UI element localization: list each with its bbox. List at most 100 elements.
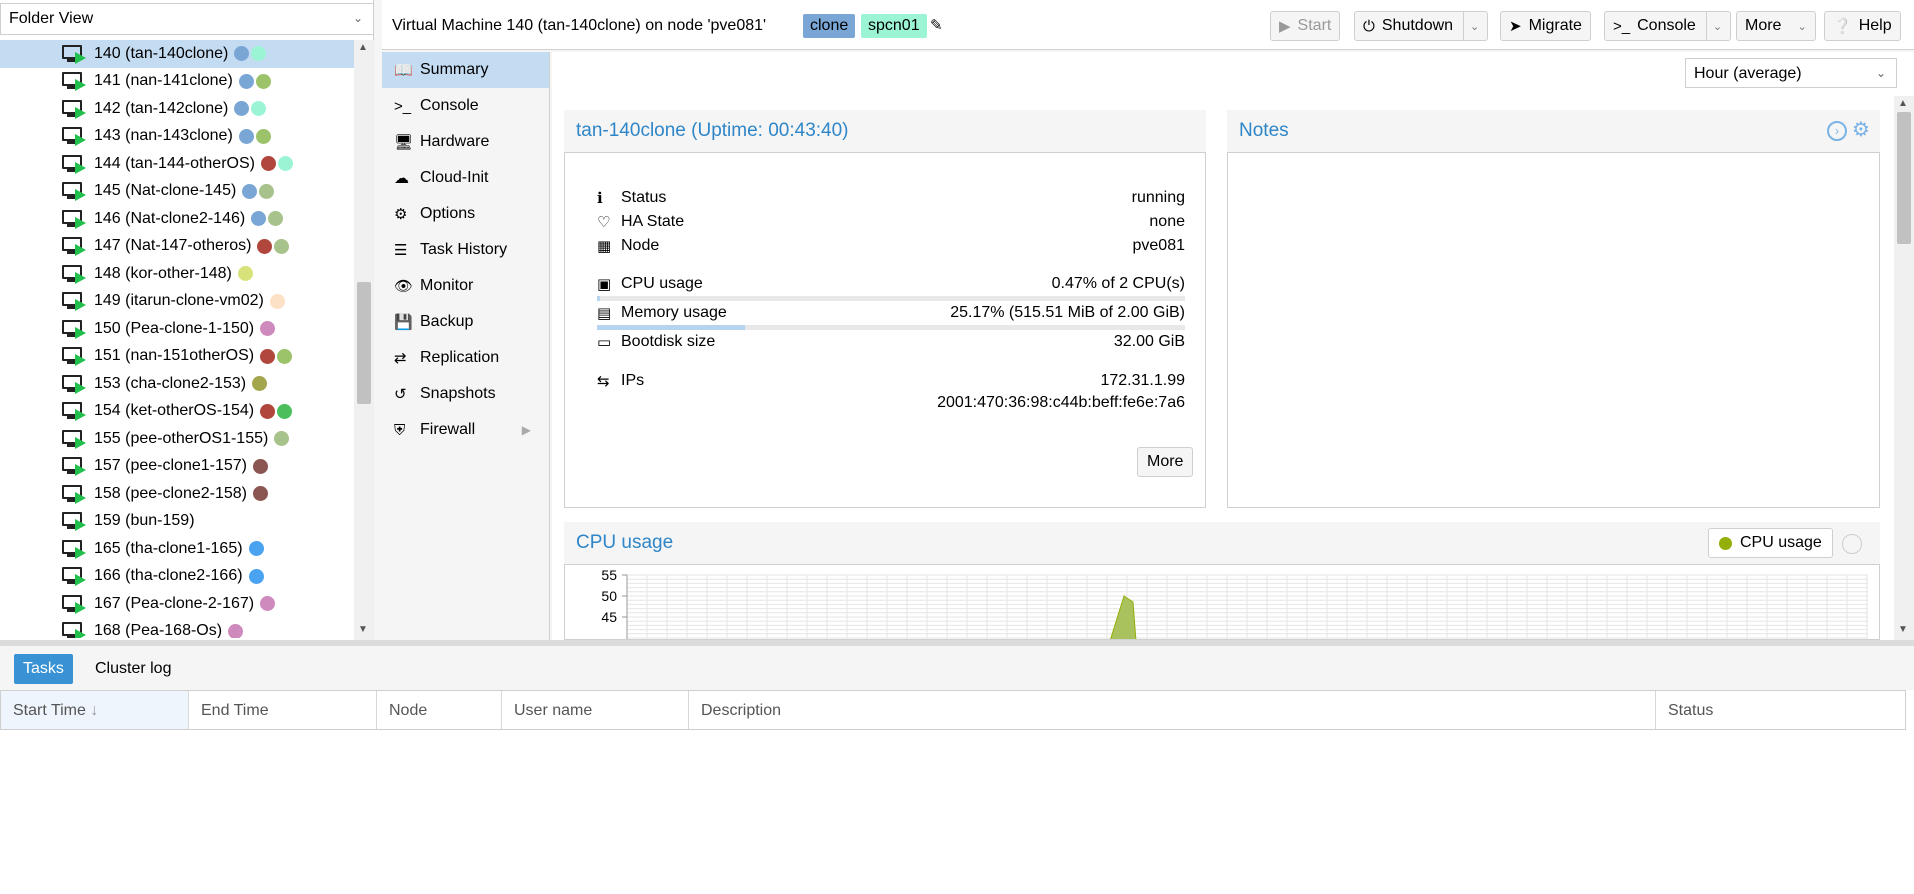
resource-tree-panel: Folder View ⌄ 140 (tan-140clone) 141 (nan… bbox=[0, 0, 374, 640]
tree-item-label: 168 (Pea-168-Os) bbox=[94, 622, 223, 638]
shutdown-button[interactable]: ⏻ Shutdown ⌄ bbox=[1354, 11, 1489, 41]
nav-item-snapshots[interactable]: ↺ Snapshots bbox=[382, 376, 549, 412]
tree-item-vm[interactable]: 150 (Pea-clone-1-150) bbox=[0, 315, 354, 343]
more-button[interactable]: More ⌄ bbox=[1736, 11, 1816, 41]
column-node[interactable]: Node bbox=[377, 691, 502, 729]
notes-panel[interactable] bbox=[1227, 152, 1880, 508]
help-button[interactable]: ❔ Help bbox=[1824, 11, 1901, 41]
tree-item-label: 166 (tha-clone2-166) bbox=[94, 567, 243, 585]
task-grid-header: Start Time ↓ End Time Node User name Des… bbox=[0, 690, 1906, 730]
tree-scroll-thumb[interactable] bbox=[357, 282, 371, 404]
tree-item-vm[interactable]: 155 (pee-otherOS1-155) bbox=[0, 425, 354, 453]
column-description[interactable]: Description bbox=[689, 691, 1656, 729]
tree-item-label: 153 (cha-clone2-153) bbox=[94, 374, 247, 392]
tag-dot bbox=[260, 596, 276, 612]
tree-item-vm[interactable]: 146 (Nat-clone2-146) bbox=[0, 205, 354, 233]
tree-item-vm[interactable]: 166 (tha-clone2-166) bbox=[0, 563, 354, 591]
tree-scrollbar[interactable]: ▲ ▼ bbox=[354, 40, 374, 640]
column-status[interactable]: Status bbox=[1656, 691, 1905, 729]
tree-item-vm[interactable]: 165 (tha-clone1-165) bbox=[0, 535, 354, 563]
nav-item-label: Monitor bbox=[420, 277, 474, 294]
tag-dot bbox=[255, 73, 271, 89]
running-vm-icon bbox=[62, 236, 86, 257]
cpu-chart-svg: 55 50 45 bbox=[601, 567, 1868, 639]
migrate-button[interactable]: ➤ Migrate bbox=[1500, 11, 1591, 41]
nav-item-cloud-init[interactable]: ☁ Cloud-Init bbox=[382, 160, 549, 196]
cpu-icon: ▣ bbox=[597, 276, 612, 293]
running-vm-icon bbox=[62, 44, 86, 64]
running-vm-icon bbox=[62, 594, 86, 614]
gear-icon[interactable]: ⚙ bbox=[1851, 120, 1871, 141]
collapse-icon[interactable] bbox=[1842, 534, 1862, 554]
tree-item-vm[interactable]: 145 (Nat-clone-145) bbox=[0, 178, 354, 206]
cpu-legend-toggle[interactable]: CPU usage bbox=[1708, 528, 1833, 558]
tag-dot bbox=[238, 73, 254, 89]
tree-item-vm[interactable]: 148 (kor-other-148) bbox=[0, 260, 354, 288]
chevron-down-icon[interactable]: ⌄ bbox=[1463, 12, 1479, 40]
ips-more-button[interactable]: More bbox=[1137, 447, 1194, 477]
exchange-icon: ⇆ bbox=[597, 373, 610, 390]
nav-item-console[interactable]: >_ Console bbox=[382, 88, 549, 124]
running-vm-icon bbox=[62, 621, 86, 638]
tree-item-vm[interactable]: 159 (bun-159) bbox=[0, 508, 354, 536]
tree-item-vm[interactable]: 154 (ket-otherOS-154) bbox=[0, 398, 354, 426]
view-selector[interactable]: Folder View ⌄ bbox=[0, 3, 374, 35]
nav-item-firewall[interactable]: ⛨ Firewall ▶ bbox=[382, 412, 549, 448]
main-scroll-thumb[interactable] bbox=[1897, 112, 1911, 244]
tree-item-label: 158 (pee-clone2-158) bbox=[94, 484, 247, 502]
bootdisk-label: Bootdisk size bbox=[621, 333, 716, 350]
nav-item-hardware[interactable]: 🖥 Hardware bbox=[382, 124, 549, 160]
tree-item-vm[interactable]: 151 (nan-151otherOS) bbox=[0, 343, 354, 371]
tab-tasks[interactable]: Tasks bbox=[14, 654, 73, 684]
tree-item-vm[interactable]: 157 (pee-clone1-157) bbox=[0, 453, 354, 481]
tab-cluster-log[interactable]: Cluster log bbox=[86, 654, 180, 684]
summary-content: Hour (average) ⌄ tan-140clone (Uptime: 0… bbox=[552, 52, 1914, 640]
tag-dot bbox=[277, 348, 293, 364]
column-end-time[interactable]: End Time bbox=[189, 691, 377, 729]
tree-item-label: 155 (pee-otherOS1-155) bbox=[94, 429, 269, 447]
tree-item-vm[interactable]: 149 (itarun-clone-vm02) bbox=[0, 288, 354, 316]
tree-item-label: 147 (Nat-147-otheros) bbox=[94, 237, 252, 255]
column-user-name[interactable]: User name bbox=[502, 691, 689, 729]
tree-item-vm[interactable]: 167 (Pea-clone-2-167) bbox=[0, 590, 354, 618]
main-scrollbar[interactable]: ▲ ▼ bbox=[1894, 96, 1914, 640]
scroll-up-icon[interactable]: ▲ bbox=[1898, 98, 1908, 109]
ip-address-2: 2001:470:36:98:c44b:beff:fe6e:7a6 bbox=[937, 394, 1185, 411]
tree-item-label: 151 (nan-151otherOS) bbox=[94, 347, 255, 365]
tree-item-vm[interactable]: 143 (nan-143clone) bbox=[0, 123, 354, 151]
nav-item-label: Options bbox=[420, 205, 476, 222]
scroll-down-icon[interactable]: ▼ bbox=[1898, 624, 1908, 635]
tree-item-label: 154 (ket-otherOS-154) bbox=[94, 402, 255, 420]
nav-item-options[interactable]: ⚙ Options bbox=[382, 196, 549, 232]
column-start-time[interactable]: Start Time ↓ bbox=[1, 691, 189, 729]
scroll-up-icon[interactable]: ▲ bbox=[358, 42, 368, 53]
tree-item-vm[interactable]: 144 (tan-144-otherOS) bbox=[0, 150, 354, 178]
y-tick-label: 50 bbox=[601, 588, 617, 604]
console-button[interactable]: >_ Console ⌄ bbox=[1604, 11, 1732, 41]
tree-item-vm[interactable]: 142 (tan-142clone) bbox=[0, 95, 354, 123]
pencil-icon[interactable]: ✎ bbox=[930, 16, 943, 34]
tree-item-vm[interactable]: 168 (Pea-168-Os) bbox=[0, 618, 354, 638]
running-vm-icon bbox=[62, 429, 86, 449]
nav-item-backup[interactable]: 💾 Backup bbox=[382, 304, 549, 340]
cloud-icon: ☁ bbox=[394, 170, 409, 187]
tree-item-vm[interactable]: 147 (Nat-147-otheros) bbox=[0, 233, 354, 261]
start-button[interactable]: ▶ Start bbox=[1270, 11, 1341, 41]
nav-item-task-history[interactable]: ☰ Task History bbox=[382, 232, 549, 268]
tree-item-vm[interactable]: 140 (tan-140clone) bbox=[0, 40, 354, 68]
tag-dot bbox=[253, 486, 268, 502]
tree-item-vm[interactable]: 153 (cha-clone2-153) bbox=[0, 370, 354, 398]
ha-state-row: ♡ HA State none bbox=[597, 213, 1185, 231]
nav-item-label: Cloud-Init bbox=[420, 169, 489, 186]
tree-item-vm[interactable]: 141 (nan-141clone) bbox=[0, 68, 354, 96]
expand-circle-icon[interactable]: › bbox=[1827, 121, 1847, 141]
tag-spcn01: spcn01 bbox=[861, 14, 927, 38]
cpu-legend-label: CPU usage bbox=[1740, 534, 1822, 551]
timeframe-select[interactable]: Hour (average) ⌄ bbox=[1685, 58, 1897, 88]
nav-item-monitor[interactable]: 👁 Monitor bbox=[382, 268, 549, 304]
tree-item-vm[interactable]: 158 (pee-clone2-158) bbox=[0, 480, 354, 508]
scroll-down-icon[interactable]: ▼ bbox=[358, 624, 368, 635]
nav-item-summary[interactable]: 📖 Summary bbox=[382, 52, 549, 88]
chevron-down-icon[interactable]: ⌄ bbox=[1705, 12, 1722, 40]
nav-item-replication[interactable]: ⇄ Replication bbox=[382, 340, 549, 376]
